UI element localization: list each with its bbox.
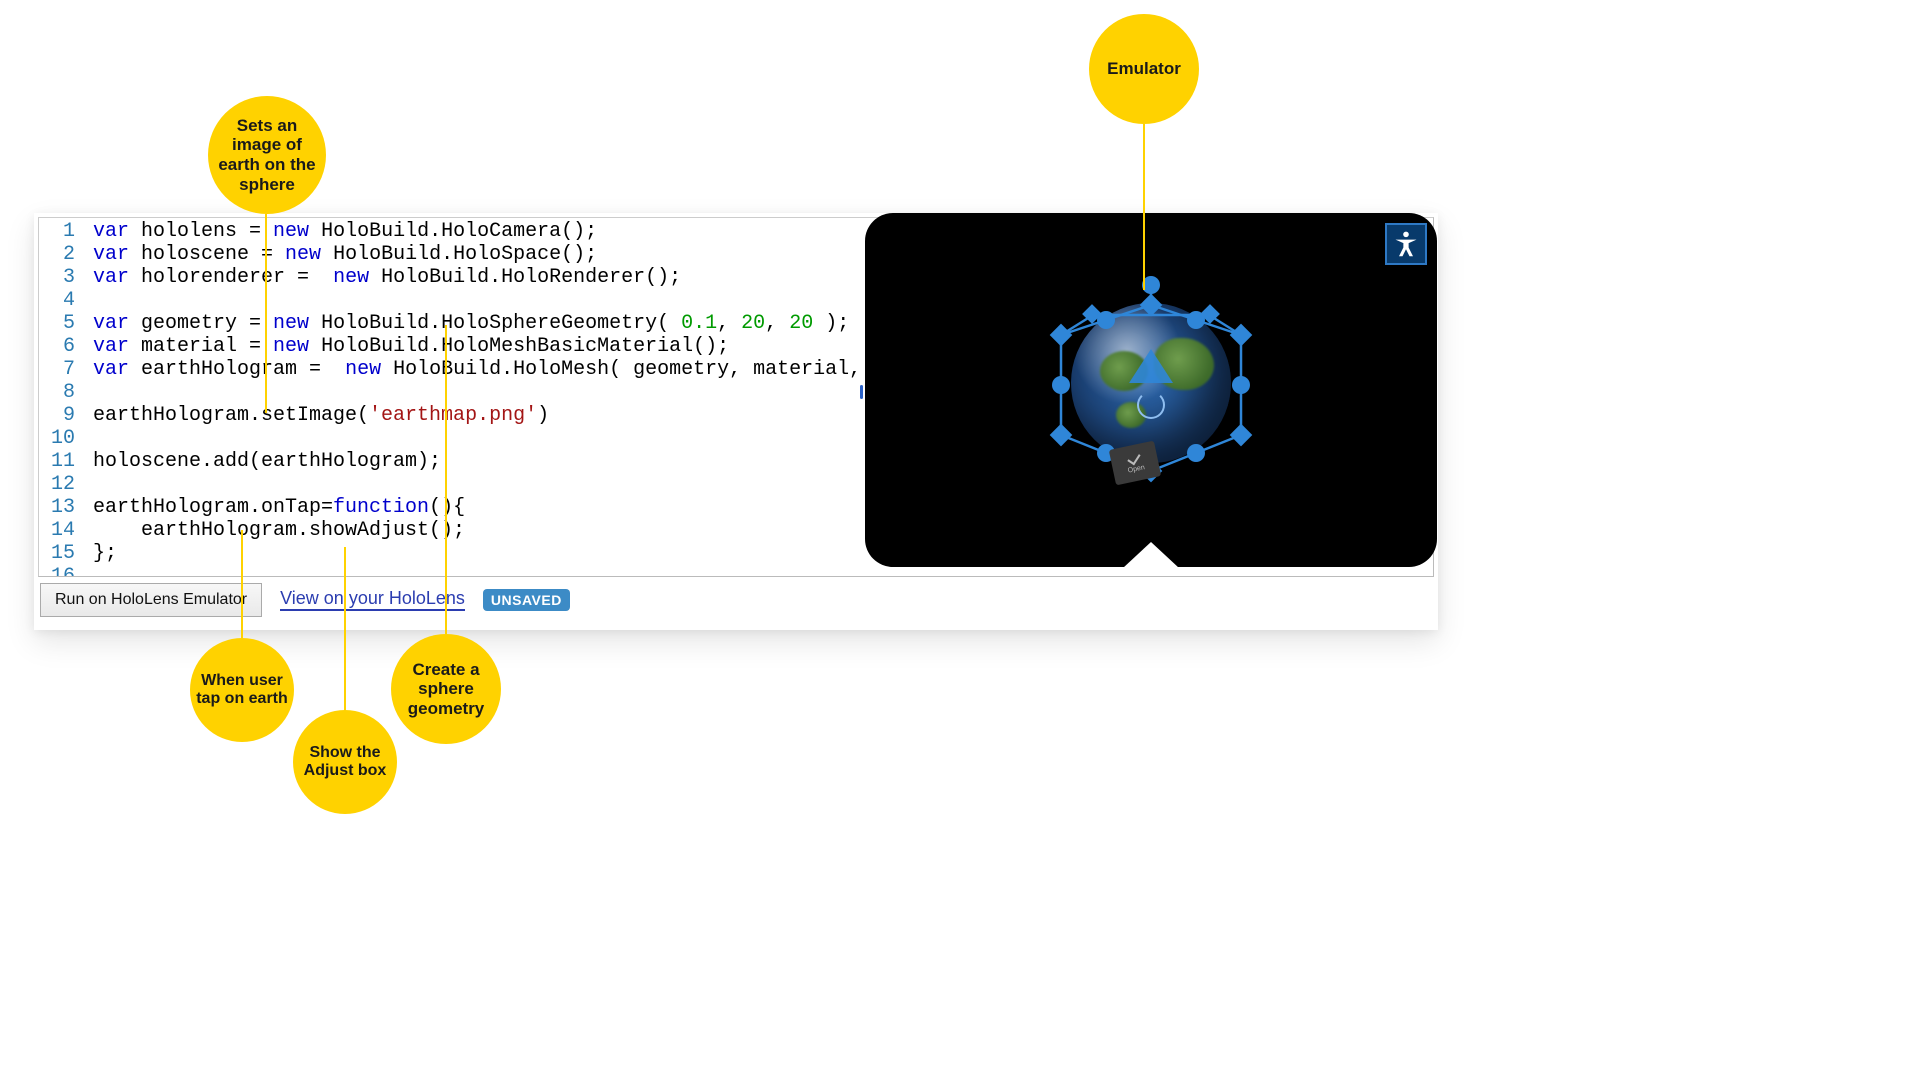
earth-hologram[interactable]: Open [1043,275,1259,491]
callout-lead [265,214,267,413]
callout-emulator: Emulator [1089,14,1199,124]
callout-lead [445,325,447,634]
callout-lead [344,547,346,710]
run-emulator-button[interactable]: Run on HoloLens Emulator [40,583,262,617]
callout-show-adjust: Show the Adjust box [293,710,397,814]
move-arrow-icon [1129,349,1173,383]
emulator-viewport: Open [865,213,1437,567]
viewport-notch [1123,542,1179,567]
callout-create-sphere: Create a sphere geometry [391,634,501,744]
cursor-indicator [860,385,863,399]
callout-when-tap: When user tap on earth [190,638,294,742]
callout-lead [1143,124,1145,290]
callout-lead [241,530,243,638]
refresh-icon [1137,391,1165,419]
view-hololens-link[interactable]: View on your HoloLens [280,589,465,611]
action-bar: Run on HoloLens Emulator View on your Ho… [34,577,1438,617]
accessibility-icon[interactable] [1385,223,1427,265]
unsaved-badge: UNSAVED [483,589,570,611]
callout-set-image: Sets an image of earth on the sphere [208,96,326,214]
